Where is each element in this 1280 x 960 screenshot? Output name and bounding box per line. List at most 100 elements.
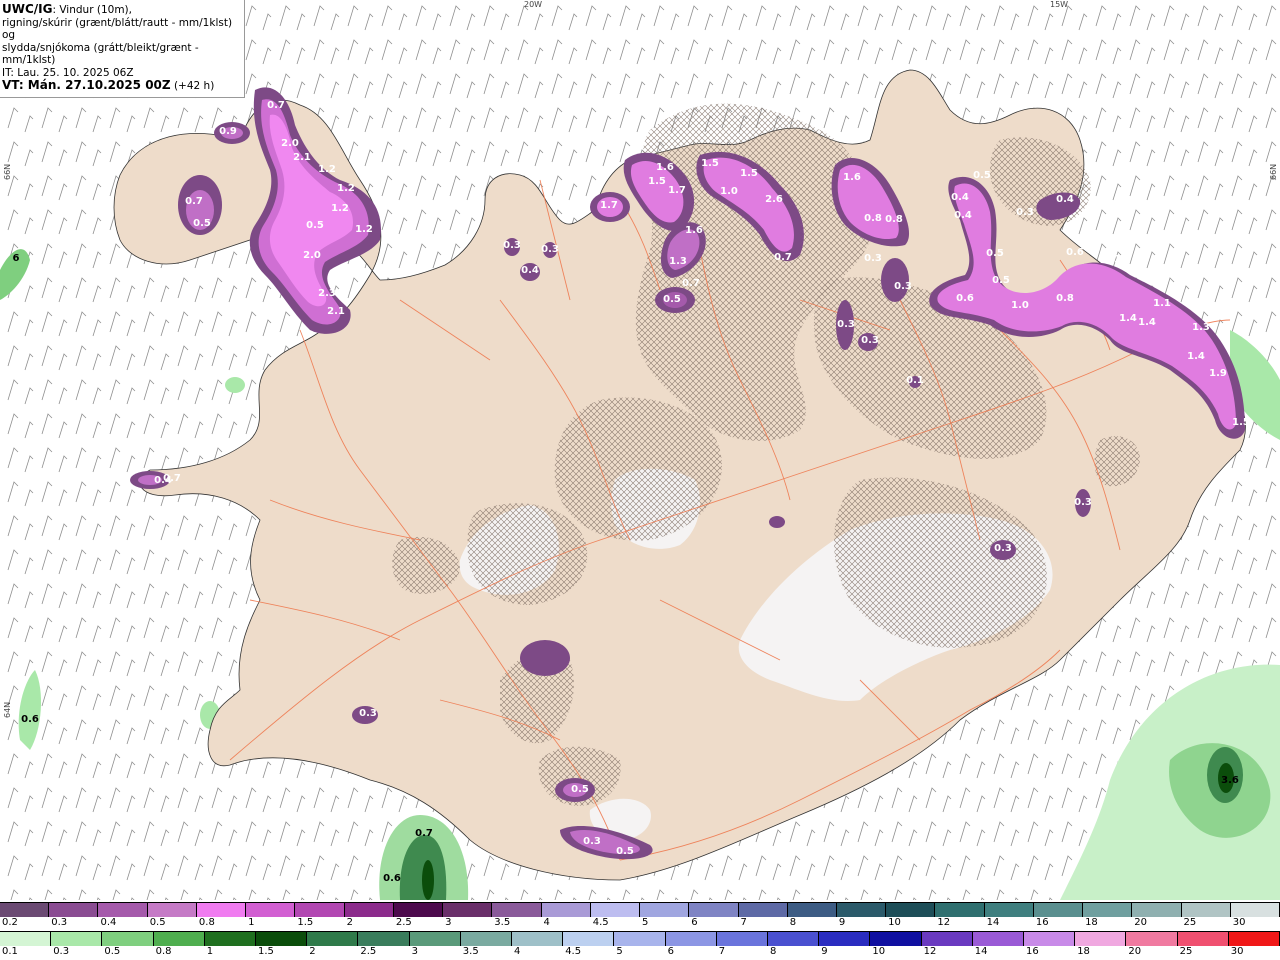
precip-value-label: 2.1 <box>327 306 345 317</box>
info-line-2: rigning/skúrir (grænt/blátt/rautt - mm/1… <box>2 16 233 42</box>
precip-value-label: 0.4 <box>951 192 969 203</box>
lat-label-66n-left: 66N <box>3 163 12 180</box>
precip-value-label: 1.4 <box>1187 351 1205 362</box>
map-info-box: UWC/IG: Vindur (10m), rigning/skúrir (gr… <box>0 0 245 98</box>
precip-value-label: 2.1 <box>1103 254 1121 265</box>
precip-value-label: 0.3 <box>861 335 879 346</box>
scale-swatch <box>492 903 542 917</box>
scale-label: 2 <box>346 917 353 928</box>
scale-label: 1.5 <box>297 917 314 928</box>
scale-label: 9 <box>821 946 828 957</box>
scale-label: 9 <box>838 917 846 928</box>
precip-value-label: 0.6 <box>383 873 401 884</box>
precip-value-label: 1.2 <box>355 224 373 235</box>
scale-swatch <box>665 932 717 946</box>
precip-value-label: 2.0 <box>303 250 321 261</box>
precip-value-label: 0.5 <box>193 218 211 229</box>
scale-swatch <box>1024 932 1076 946</box>
scale-swatch <box>819 932 871 946</box>
scale-label: 0.8 <box>198 917 215 928</box>
scale-label: 0.5 <box>149 917 166 928</box>
scale-label: 4.5 <box>592 917 609 928</box>
scale-label: 2 <box>309 946 316 957</box>
precip-value-label: 0.6 <box>21 714 39 725</box>
precip-value-label: 1.3 <box>1192 322 1210 333</box>
scale-swatch <box>768 932 820 946</box>
precip-value-label: 1.6 <box>843 172 861 183</box>
precip-value-label: 6 <box>13 253 20 264</box>
scale-swatch <box>393 903 444 917</box>
scale-label: 5 <box>616 946 623 957</box>
scale-label: 0.4 <box>100 917 117 928</box>
scale-swatch <box>870 932 922 946</box>
scale-label: 7 <box>740 917 747 928</box>
precip-value-label: 1.4 <box>1119 313 1137 324</box>
scale-label: 20 <box>1134 917 1148 928</box>
scale-label: 3 <box>445 917 452 928</box>
precip-value-label: 1.7 <box>668 185 686 196</box>
scale-label: 1 <box>248 917 255 928</box>
scale-label: 3.5 <box>494 917 511 928</box>
scale-swatch <box>614 932 666 946</box>
scale-label: 5 <box>642 917 649 928</box>
scale-label: 30 <box>1230 946 1244 957</box>
scale-label: 4 <box>543 917 550 928</box>
precip-value-label: 0.8 <box>864 213 882 224</box>
scale-swatch <box>1075 932 1127 946</box>
precip-value-label: 0.3 <box>1016 207 1034 218</box>
scale-swatch <box>590 903 641 917</box>
scale-label: 10 <box>872 946 886 957</box>
scale-swatch <box>836 903 887 917</box>
precip-value-label: 1.7 <box>600 200 618 211</box>
scale-swatch <box>541 903 591 917</box>
scale-label: 0.5 <box>104 946 121 957</box>
scale-label: 1 <box>206 946 214 957</box>
scale-label: 10 <box>888 917 901 928</box>
scale-label: 2.5 <box>360 946 377 957</box>
precip-value-label: 0.7 <box>415 828 433 839</box>
precip-value-label: 0.9 <box>219 126 237 137</box>
precip-value-label: 1.0 <box>720 186 738 197</box>
rain-color-scale <box>0 931 1280 946</box>
scale-label: 12 <box>937 917 951 928</box>
info-line-5: VT: Mán. 27.10.2025 00Z (+42 h) <box>2 79 242 93</box>
precip-value-label: 0.7 <box>774 252 792 263</box>
scale-swatch <box>409 932 461 946</box>
precip-value-label: 0.5 <box>571 784 589 795</box>
scale-swatch <box>1230 903 1280 917</box>
scale-label: 4.5 <box>565 946 582 957</box>
scale-label: 12 <box>923 946 937 957</box>
scale-label: 2.5 <box>395 917 412 928</box>
valid-offset: (+42 h) <box>173 80 215 92</box>
precip-value-label: 1.2 <box>337 183 355 194</box>
scale-label: 25 <box>1183 917 1197 928</box>
scale-swatch <box>0 932 52 946</box>
scale-swatch <box>307 932 359 946</box>
scale-swatch <box>1083 903 1133 917</box>
precip-value-label: 1.3 <box>669 256 687 267</box>
scale-swatch <box>1033 903 1084 917</box>
precip-value-label: 0.9 <box>1186 297 1204 308</box>
scale-label: 18 <box>1077 946 1090 957</box>
scale-label: 7 <box>718 946 726 957</box>
snow-scale-labels: 0.2 0.3 0.4 0.5 0.8 1 1.5 2 2.5 3 3.5 4 4.5 5 6 7 8 9 10 12… <box>0 917 1280 931</box>
scale-label: 0.2 <box>2 917 18 928</box>
precip-value-label: 1.5 <box>740 168 758 179</box>
lon-label-15w: 15W <box>1050 0 1069 9</box>
scale-swatch <box>196 903 247 917</box>
scale-swatch <box>886 903 936 917</box>
scale-swatch <box>256 932 308 946</box>
scale-swatch <box>102 932 154 946</box>
scale-label: 8 <box>770 946 777 957</box>
lon-label-20w: 20W <box>524 0 543 9</box>
scale-swatch <box>689 903 739 917</box>
scale-label: 14 <box>974 946 988 957</box>
scale-label: 0.8 <box>155 946 172 957</box>
scale-label: 0.1 <box>2 946 18 957</box>
precip-value-label: 3.6 <box>1221 775 1239 786</box>
precip-value-label: 0.3 <box>1074 497 1092 508</box>
precip-value-label: 0.5 <box>616 846 634 857</box>
scale-swatch <box>787 903 837 917</box>
scale-swatch <box>153 932 205 946</box>
scale-swatch <box>49 903 99 917</box>
